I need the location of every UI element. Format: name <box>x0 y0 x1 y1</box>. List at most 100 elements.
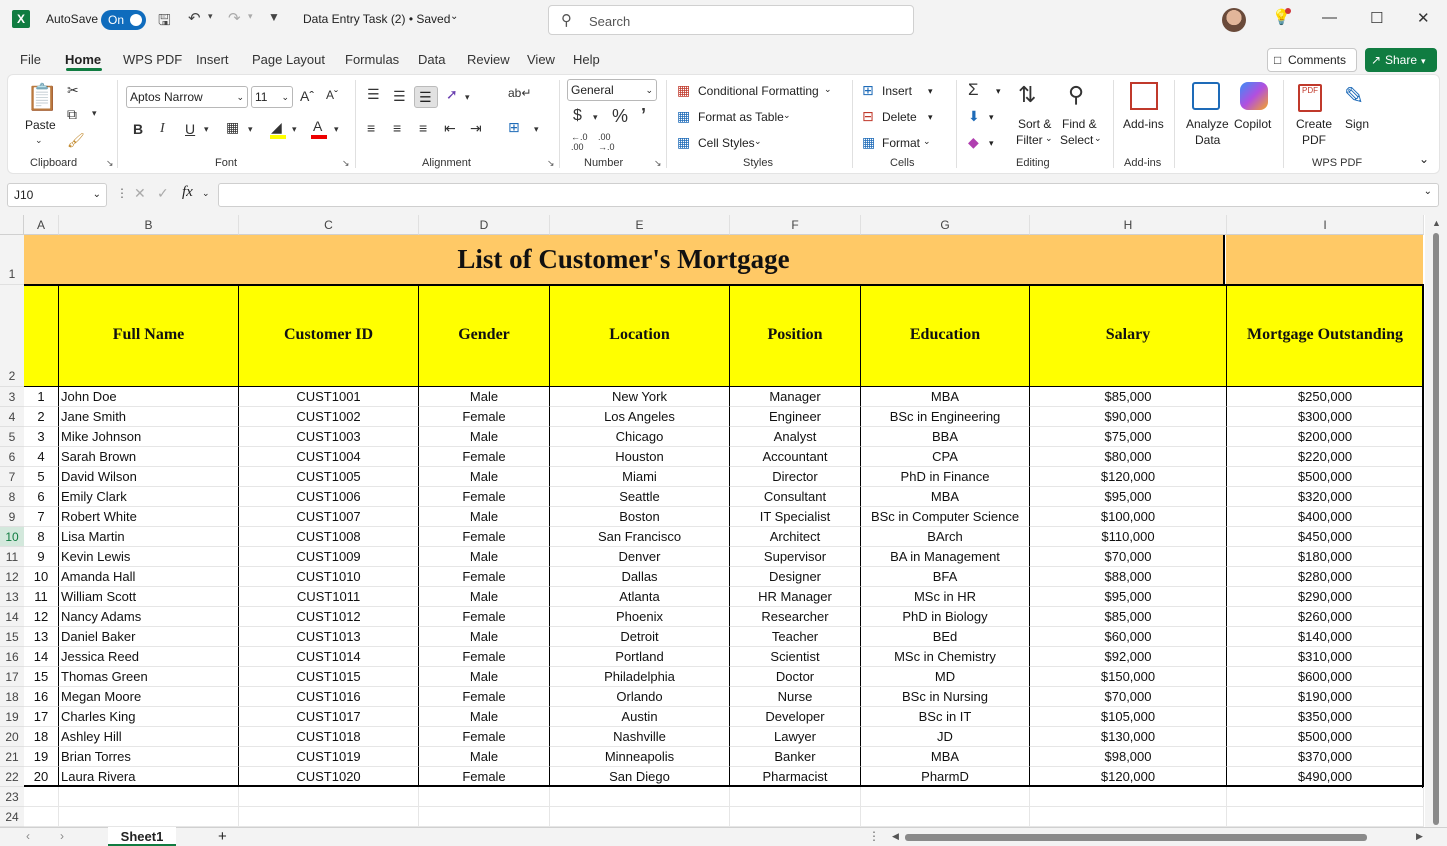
table-cell[interactable]: Female <box>419 607 550 627</box>
chevron-down-icon[interactable]: ▾ <box>248 124 253 135</box>
table-cell[interactable]: Detroit <box>550 627 730 647</box>
table-cell[interactable]: CUST1020 <box>239 767 419 787</box>
cancel-entry-icon[interactable]: ✕ <box>134 185 146 202</box>
chevron-down-icon[interactable]: ⌄ <box>1045 133 1053 144</box>
column-header-e[interactable]: E <box>550 215 730 235</box>
undo-icon[interactable]: ↶ <box>188 9 201 27</box>
row-header-15[interactable]: 15 <box>0 627 24 647</box>
table-cell[interactable]: Female <box>419 767 550 787</box>
table-cell[interactable]: CUST1008 <box>239 527 419 547</box>
table-cell[interactable]: MSc in Chemistry <box>861 647 1030 667</box>
table-cell[interactable]: $200,000 <box>1227 427 1424 447</box>
collapse-ribbon-icon[interactable]: ⌄ <box>1419 152 1429 166</box>
table-cell[interactable]: Female <box>419 567 550 587</box>
table-cell[interactable]: BBA <box>861 427 1030 447</box>
column-header-f[interactable]: F <box>730 215 861 235</box>
table-cell[interactable]: CUST1014 <box>239 647 419 667</box>
table-cell[interactable]: Emily Clark <box>59 487 239 507</box>
table-cell[interactable]: Male <box>419 427 550 447</box>
table-cell[interactable]: 6 <box>24 487 59 507</box>
vertical-scrollbar[interactable]: ▲ <box>1425 215 1447 827</box>
sign-icon[interactable]: ✎ <box>1344 82 1364 111</box>
table-cell[interactable]: Dallas <box>550 567 730 587</box>
orientation-icon[interactable]: ➚ <box>446 86 458 103</box>
table-cell[interactable]: 9 <box>24 547 59 567</box>
empty-cell[interactable] <box>550 807 730 827</box>
table-cell[interactable]: Male <box>419 387 550 407</box>
row-header-10[interactable]: 10 <box>0 527 24 547</box>
table-cell[interactable]: Supervisor <box>730 547 861 567</box>
table-cell[interactable]: CUST1009 <box>239 547 419 567</box>
table-cell[interactable]: CPA <box>861 447 1030 467</box>
chevron-down-icon[interactable]: ⌄ <box>450 11 458 22</box>
fill-color-icon[interactable]: ◢ <box>271 119 282 136</box>
empty-cell[interactable] <box>730 787 861 807</box>
table-cell[interactable]: $88,000 <box>1030 567 1227 587</box>
find-select-line2[interactable]: Select <box>1060 133 1093 147</box>
paste-icon[interactable]: 📋 <box>26 82 58 113</box>
autosave-toggle[interactable]: On <box>101 10 146 30</box>
table-cell[interactable]: Charles King <box>59 707 239 727</box>
table-cell[interactable]: $150,000 <box>1030 667 1227 687</box>
table-cell[interactable]: $400,000 <box>1227 507 1424 527</box>
italic-icon[interactable]: I <box>160 121 165 137</box>
save-icon[interactable]: 🖫 <box>158 10 171 35</box>
create-pdf-icon[interactable]: PDF <box>1298 84 1322 112</box>
table-cell[interactable]: Female <box>419 407 550 427</box>
table-cell[interactable]: 5 <box>24 467 59 487</box>
table-cell[interactable]: Male <box>419 627 550 647</box>
table-cell[interactable]: MD <box>861 667 1030 687</box>
table-cell[interactable]: Minneapolis <box>550 747 730 767</box>
table-cell[interactable]: $90,000 <box>1030 407 1227 427</box>
borders-icon[interactable]: ▦ <box>226 119 239 136</box>
empty-cell[interactable] <box>730 807 861 827</box>
empty-cell[interactable] <box>59 787 239 807</box>
table-cell[interactable]: $350,000 <box>1227 707 1424 727</box>
table-cell[interactable]: Female <box>419 527 550 547</box>
row-header-13[interactable]: 13 <box>0 587 24 607</box>
table-cell[interactable]: Scientist <box>730 647 861 667</box>
delete-cells-button[interactable]: Delete <box>882 110 917 124</box>
row-header-9[interactable]: 9 <box>0 507 24 527</box>
dialog-launcher-icon[interactable]: ↘ <box>547 158 555 169</box>
sign-button[interactable]: Sign <box>1345 117 1369 131</box>
analyze-data-line1[interactable]: Analyze <box>1186 117 1229 131</box>
table-cell[interactable]: 8 <box>24 527 59 547</box>
tab-file[interactable]: File <box>20 52 41 67</box>
merge-center-icon[interactable]: ⊞ <box>508 119 520 136</box>
table-cell[interactable]: BSc in IT <box>861 707 1030 727</box>
empty-cell[interactable] <box>419 807 550 827</box>
table-cell[interactable]: Female <box>419 487 550 507</box>
table-cell[interactable]: Phoenix <box>550 607 730 627</box>
font-size-select[interactable]: 11 ⌄ <box>251 86 293 108</box>
table-cell[interactable]: Philadelphia <box>550 667 730 687</box>
align-left-icon[interactable]: ≡ <box>367 120 375 136</box>
empty-cell[interactable] <box>24 807 59 827</box>
table-cell[interactable]: Engineer <box>730 407 861 427</box>
table-cell[interactable]: CUST1013 <box>239 627 419 647</box>
table-cell[interactable]: Female <box>419 687 550 707</box>
header-cell-a2[interactable] <box>24 285 59 387</box>
table-cell[interactable]: $120,000 <box>1030 467 1227 487</box>
chevron-down-icon[interactable]: ▾ <box>928 112 933 123</box>
table-cell[interactable]: 15 <box>24 667 59 687</box>
row-header-21[interactable]: 21 <box>0 747 24 767</box>
empty-cell[interactable] <box>24 787 59 807</box>
table-cell[interactable]: Atlanta <box>550 587 730 607</box>
close-icon[interactable]: ✕ <box>1417 9 1430 27</box>
minimize-icon[interactable]: — <box>1322 9 1337 26</box>
autosum-icon[interactable]: Σ <box>968 80 979 100</box>
row-header-8[interactable]: 8 <box>0 487 24 507</box>
decrease-decimal-icon[interactable]: .00 →.0 <box>598 132 615 152</box>
table-cell[interactable]: Banker <box>730 747 861 767</box>
table-cell[interactable]: $95,000 <box>1030 587 1227 607</box>
copilot-button[interactable]: Copilot <box>1234 117 1271 131</box>
chevron-down-icon[interactable]: ⌄ <box>754 136 762 147</box>
table-cell[interactable]: Jessica Reed <box>59 647 239 667</box>
table-cell[interactable]: HR Manager <box>730 587 861 607</box>
dialog-launcher-icon[interactable]: ↘ <box>106 158 114 169</box>
empty-cell[interactable] <box>59 807 239 827</box>
empty-cell[interactable] <box>1227 807 1424 827</box>
table-cell[interactable]: New York <box>550 387 730 407</box>
format-as-table-icon[interactable]: ▦ <box>677 108 690 125</box>
